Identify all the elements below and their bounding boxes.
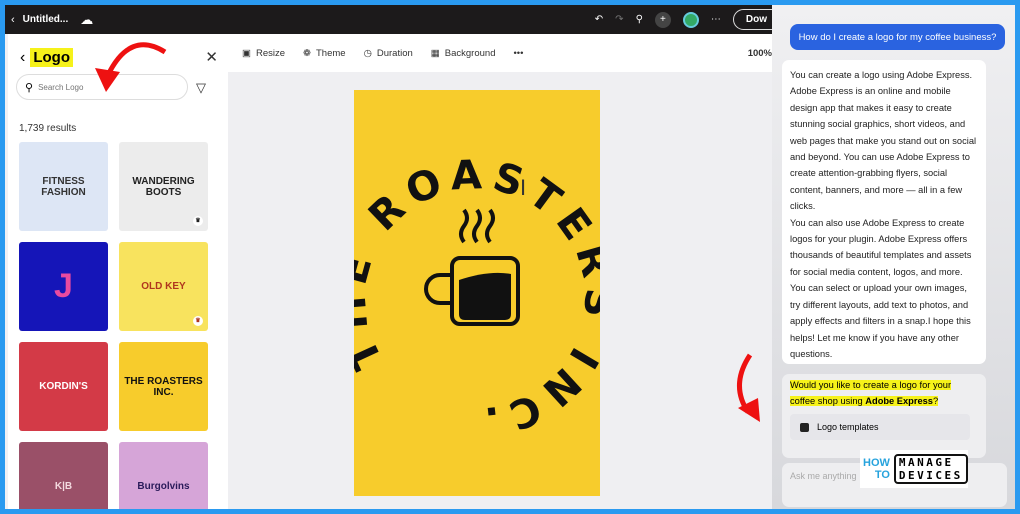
wm-how: HOW	[863, 457, 890, 469]
user-message: How do I create a logo for my coffee bus…	[790, 24, 1005, 50]
adobe-express-icon	[800, 422, 809, 432]
search-input[interactable]	[38, 82, 169, 92]
template-tile[interactable]: OLD KEY ♛	[119, 242, 208, 331]
logo-templates-button[interactable]: Logo templates	[790, 413, 970, 441]
redo-icon[interactable]: ↷	[615, 14, 623, 25]
assistant-question: Would you like to create a logo for your…	[782, 374, 986, 458]
template-name: J	[54, 267, 73, 305]
avatar[interactable]	[682, 11, 699, 28]
close-icon[interactable]: ✕	[205, 48, 218, 66]
watermark-logo: HOW TO MANAGE DEVICES	[860, 450, 968, 488]
question-bold: Adobe Express	[865, 396, 933, 407]
logo-panel: ‹ Logo ✕ ⚲ ▽ 1,739 results FITNESS FASHI…	[8, 34, 228, 509]
assistant-paragraph: You can create a logo using Adobe Expres…	[790, 70, 977, 212]
clock-icon: ◷	[363, 47, 372, 59]
back-chevron-icon[interactable]: ‹	[11, 14, 15, 26]
canvas-toolbar: ▣ Resize ❁ Theme ◷ Duration ▦ Background •••…	[228, 34, 772, 72]
chat-panel: How do I create a logo for my coffee bus…	[772, 5, 1015, 509]
theme-button[interactable]: ❁ Theme	[303, 48, 346, 59]
top-bar: ‹ Untitled... ☁ ↶ ↷ ⚲ + ⋯ Dow	[5, 5, 782, 34]
results-count: 1,739 results	[19, 123, 77, 134]
template-name: THE ROASTERS INC.	[124, 375, 203, 398]
background-icon: ▦	[430, 47, 440, 59]
duration-button[interactable]: ◷ Duration	[364, 48, 413, 59]
more-options-button[interactable]: •••	[513, 48, 523, 59]
template-tile[interactable]: THE ROASTERS INC.	[119, 342, 208, 431]
template-tile[interactable]: FITNESS FASHION	[19, 142, 108, 231]
more-icon[interactable]: ⋯	[711, 14, 721, 25]
wm-devices: DEVICES	[898, 469, 963, 482]
panel-title: Logo	[30, 48, 73, 67]
template-name: FITNESS FASHION	[41, 175, 86, 198]
assistant-message: You can create a logo using Adobe Expres…	[782, 60, 986, 364]
logo-artboard[interactable]: THE ROASTERS INC. I	[328, 90, 614, 496]
back-icon[interactable]: ‹	[20, 49, 25, 67]
template-tile[interactable]: J	[19, 242, 108, 331]
palette-icon: ❁	[303, 47, 311, 59]
question-end: ?	[932, 396, 939, 407]
document-title[interactable]: Untitled...	[23, 14, 69, 25]
premium-crown-icon: ♛	[193, 316, 203, 326]
assistant-paragraph: You can also use Adobe Express to create…	[790, 217, 972, 359]
wm-to: TO	[874, 469, 890, 481]
lightbulb-icon[interactable]: ⚲	[636, 14, 643, 25]
template-name: OLD KEY	[141, 281, 186, 292]
cloud-icon[interactable]: ☁	[80, 12, 93, 28]
resize-icon: ▣	[242, 47, 251, 59]
resize-label: Resize	[255, 47, 286, 59]
background-button[interactable]: ▦ Background	[431, 48, 496, 59]
app-window: ‹ Untitled... ☁ ↶ ↷ ⚲ + ⋯ Dow ‹ Logo ✕ ⚲…	[5, 5, 1015, 509]
search-icon: ⚲	[25, 81, 34, 94]
template-grid: FITNESS FASHION WANDERING BOOTS ♛ J OLD KEY ♛…	[19, 142, 208, 509]
premium-crown-icon: ♛	[193, 216, 203, 226]
duration-label: Duration	[376, 47, 413, 59]
template-tile[interactable]: KORDIN'S	[19, 342, 108, 431]
background-label: Background	[444, 47, 496, 59]
canvas-area: ▣ Resize ❁ Theme ◷ Duration ▦ Background •••…	[228, 34, 772, 509]
roasters-logo: THE ROASTERS INC. I	[328, 152, 614, 445]
logo-templates-label: Logo templates	[817, 421, 879, 432]
template-tile[interactable]: Burgolvins	[119, 442, 208, 509]
wm-manage: MANAGE	[898, 456, 954, 469]
template-name: K|B	[54, 481, 73, 492]
add-collaborator-icon[interactable]: +	[654, 11, 671, 28]
template-tile[interactable]: WANDERING BOOTS ♛	[119, 142, 208, 231]
filter-icon[interactable]: ▽	[196, 80, 206, 96]
zoom-level[interactable]: 100%	[748, 48, 772, 59]
resize-button[interactable]: ▣ Resize	[242, 48, 285, 59]
template-name: Burgolvins	[137, 481, 190, 492]
template-name: WANDERING BOOTS	[132, 175, 195, 198]
text-cursor-icon: I	[520, 175, 526, 200]
search-box[interactable]: ⚲	[16, 74, 188, 100]
template-tile[interactable]: K|B	[19, 442, 108, 509]
template-name: KORDIN'S	[39, 381, 88, 392]
theme-label: Theme	[316, 47, 346, 59]
undo-icon[interactable]: ↶	[595, 14, 603, 25]
